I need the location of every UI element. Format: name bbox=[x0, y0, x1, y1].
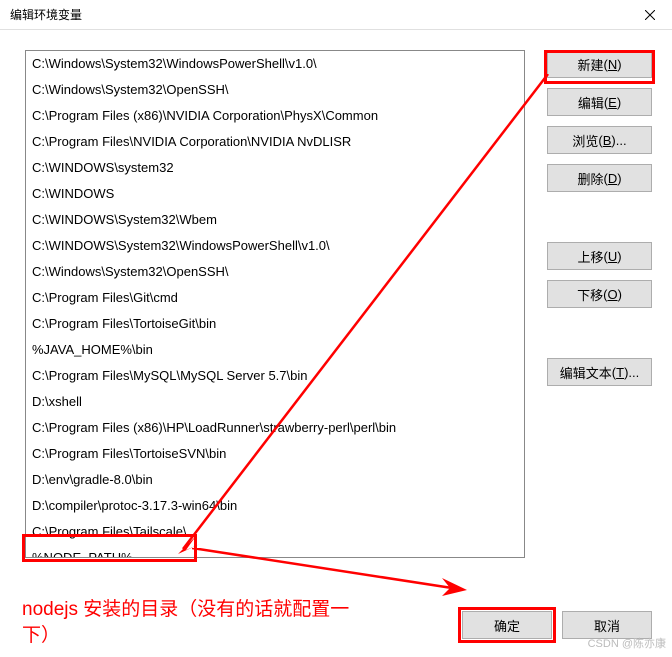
path-entry[interactable]: C:\Program Files (x86)\HP\LoadRunner\str… bbox=[26, 415, 524, 441]
path-entry[interactable]: C:\WINDOWS bbox=[26, 181, 524, 207]
new-button[interactable]: 新建(N) bbox=[547, 50, 652, 78]
path-entry[interactable]: C:\WINDOWS\System32\WindowsPowerShell\v1… bbox=[26, 233, 524, 259]
delete-button[interactable]: 删除(D) bbox=[547, 164, 652, 192]
path-entry[interactable]: C:\Program Files\Git\cmd bbox=[26, 285, 524, 311]
path-entry[interactable]: %JAVA_HOME%\bin bbox=[26, 337, 524, 363]
path-entry[interactable]: C:\Program Files\MySQL\MySQL Server 5.7\… bbox=[26, 363, 524, 389]
path-listbox[interactable]: C:\Windows\System32\WindowsPowerShell\v1… bbox=[25, 50, 525, 558]
close-button[interactable] bbox=[627, 0, 672, 30]
path-entry[interactable]: C:\Program Files (x86)\NVIDIA Corporatio… bbox=[26, 103, 524, 129]
path-entry[interactable]: C:\WINDOWS\System32\Wbem bbox=[26, 207, 524, 233]
path-entry[interactable]: C:\WINDOWS\system32 bbox=[26, 155, 524, 181]
path-entry[interactable]: C:\Windows\System32\OpenSSH\ bbox=[26, 77, 524, 103]
path-entry[interactable]: C:\Windows\System32\OpenSSH\ bbox=[26, 259, 524, 285]
window-title: 编辑环境变量 bbox=[10, 6, 82, 23]
edittext-button[interactable]: 编辑文本(T)... bbox=[547, 358, 652, 386]
path-entry[interactable]: %NODE_PATH% bbox=[26, 545, 524, 558]
watermark: CSDN @陈亦康 bbox=[588, 635, 666, 651]
ok-button[interactable]: 确定 bbox=[462, 611, 552, 639]
path-entry[interactable]: D:\compiler\protoc-3.17.3-win64\bin bbox=[26, 493, 524, 519]
path-entry[interactable]: C:\Program Files\NVIDIA Corporation\NVID… bbox=[26, 129, 524, 155]
path-entry[interactable]: D:\env\gradle-8.0\bin bbox=[26, 467, 524, 493]
close-icon bbox=[645, 10, 655, 20]
path-entry[interactable]: C:\Windows\System32\WindowsPowerShell\v1… bbox=[26, 51, 524, 77]
path-entry[interactable]: C:\Program Files\TortoiseGit\bin bbox=[26, 311, 524, 337]
edit-button[interactable]: 编辑(E) bbox=[547, 88, 652, 116]
path-entry[interactable]: C:\Program Files\TortoiseSVN\bin bbox=[26, 441, 524, 467]
browse-button[interactable]: 浏览(B)... bbox=[547, 126, 652, 154]
moveup-button[interactable]: 上移(U) bbox=[547, 242, 652, 270]
titlebar: 编辑环境变量 bbox=[0, 0, 672, 30]
path-entry[interactable]: D:\xshell bbox=[26, 389, 524, 415]
path-entry[interactable]: C:\Program Files\Tailscale\ bbox=[26, 519, 524, 545]
annotation-text: nodejs 安装的目录（没有的话就配置一下） bbox=[22, 597, 362, 649]
sidebar-buttons: 新建(N) 编辑(E) 浏览(B)... 删除(D) 上移(U) 下移(O) 编… bbox=[547, 50, 652, 386]
movedown-button[interactable]: 下移(O) bbox=[547, 280, 652, 308]
